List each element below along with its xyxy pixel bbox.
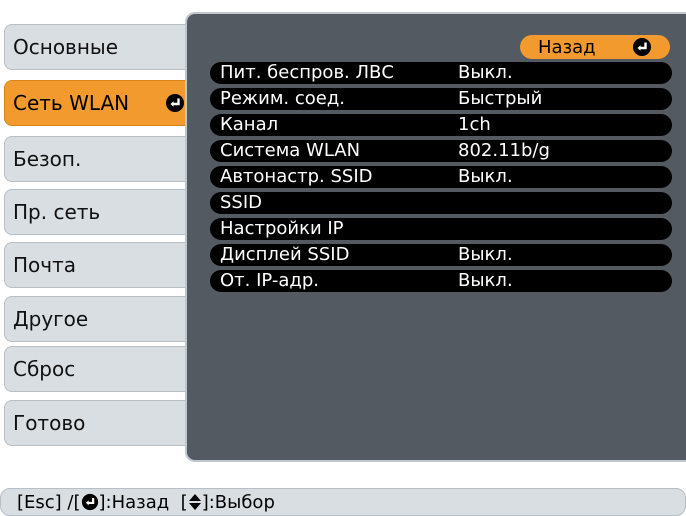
row-value: Выкл. xyxy=(458,244,513,265)
tab-label: Другое xyxy=(13,307,89,331)
updown-arrow-icon xyxy=(188,493,202,511)
tab-other[interactable]: Другое xyxy=(4,296,196,342)
row-value: 1ch xyxy=(458,114,491,135)
tab-reset[interactable]: Сброс xyxy=(4,346,196,392)
tab-wired-network[interactable]: Пр. сеть xyxy=(4,189,196,235)
row-label: Автонастр. SSID xyxy=(220,166,373,187)
menu-row-wlan-system[interactable]: Система WLAN 802.11b/g xyxy=(210,140,672,162)
menu-row-ip-display[interactable]: От. IP-адр. Выкл. xyxy=(210,270,672,292)
row-label: Настройки IP xyxy=(220,218,344,239)
tab-label: Сеть WLAN xyxy=(13,91,130,115)
tab-mail[interactable]: Почта xyxy=(4,242,196,288)
row-label: Дисплей SSID xyxy=(220,244,350,265)
enter-icon xyxy=(632,37,652,57)
tab-label: Пр. сеть xyxy=(13,200,101,224)
help-text-back: ]:Назад [ xyxy=(98,491,188,513)
row-label: Система WLAN xyxy=(220,140,361,161)
tab-wlan[interactable]: Сеть WLAN xyxy=(4,80,196,126)
row-value: 802.11b/g xyxy=(458,140,550,161)
help-bar: [Esc] /[ ]:Назад [ ]:Выбор xyxy=(0,488,686,516)
row-value: Выкл. xyxy=(458,270,513,291)
tab-label: Готово xyxy=(13,411,86,435)
tab-basic[interactable]: Основные xyxy=(4,24,196,70)
row-label: Канал xyxy=(220,114,279,135)
row-label: Пит. беспров. ЛВС xyxy=(220,62,394,83)
row-value: Выкл. xyxy=(458,166,513,187)
menu-row-connection-mode[interactable]: Режим. соед. Быстрый xyxy=(210,88,672,110)
menu-row-ssid-auto[interactable]: Автонастр. SSID Выкл. xyxy=(210,166,672,188)
tab-label: Почта xyxy=(13,253,76,277)
enter-icon xyxy=(81,493,99,511)
tab-done[interactable]: Готово xyxy=(4,400,196,446)
menu-row-ssid-display[interactable]: Дисплей SSID Выкл. xyxy=(210,244,672,266)
menu-row-channel[interactable]: Канал 1ch xyxy=(210,114,672,136)
menu-row-ip-settings[interactable]: Настройки IP xyxy=(210,218,672,240)
back-button[interactable]: Назад xyxy=(520,35,670,59)
menu-row-wireless-power[interactable]: Пит. беспров. ЛВС Выкл. xyxy=(210,62,672,84)
tab-label: Основные xyxy=(13,35,119,59)
tab-label: Безоп. xyxy=(13,147,82,171)
row-label: SSID xyxy=(220,192,263,213)
back-button-label: Назад xyxy=(538,36,596,58)
tab-label: Сброс xyxy=(13,357,76,381)
help-text-select: ]:Выбор xyxy=(201,491,275,513)
enter-icon xyxy=(165,93,185,113)
row-value: Быстрый xyxy=(458,88,543,109)
row-label: Режим. соед. xyxy=(220,88,346,109)
row-value: Выкл. xyxy=(458,62,513,83)
row-label: От. IP-адр. xyxy=(220,270,319,291)
help-text-esc: [Esc] /[ xyxy=(17,491,81,513)
menu-row-ssid[interactable]: SSID xyxy=(210,192,672,214)
tab-security[interactable]: Безоп. xyxy=(4,136,196,182)
